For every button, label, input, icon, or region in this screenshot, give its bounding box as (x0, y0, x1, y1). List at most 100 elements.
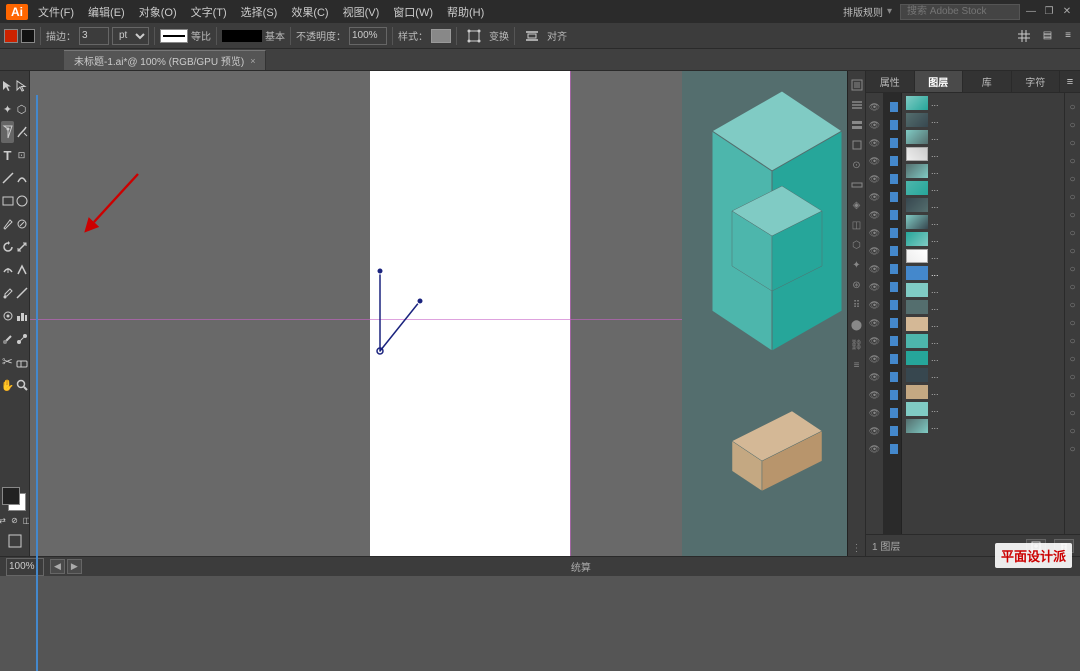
rotate-tool[interactable] (1, 236, 14, 258)
layer-row[interactable]: ... (902, 384, 1064, 400)
layer-row[interactable]: ... (902, 299, 1064, 315)
type-tool[interactable]: T (1, 144, 14, 166)
layer-lock-2[interactable] (885, 117, 901, 133)
foreground-color-box[interactable] (2, 487, 20, 505)
area-type-tool[interactable]: ⊡ (15, 144, 28, 166)
gradient-icon[interactable]: ◫ (22, 515, 31, 525)
blob-brush-tool[interactable] (15, 213, 28, 235)
layer-option-20[interactable]: ○ (1065, 441, 1080, 457)
menu-effect[interactable]: 效果(C) (285, 2, 334, 22)
layer-row[interactable]: ... (902, 333, 1064, 349)
restore-button[interactable]: ❐ (1042, 5, 1056, 19)
align-icon[interactable] (520, 27, 544, 45)
layer-visibility-12[interactable]: 👁 (867, 297, 883, 313)
measure-tool[interactable] (15, 282, 28, 304)
layer-lock-16[interactable] (885, 369, 901, 385)
layer-visibility-15[interactable]: 👁 (867, 351, 883, 367)
brush-tool[interactable] (1, 213, 14, 235)
layer-lock-1[interactable] (885, 99, 901, 115)
menu-icon[interactable]: ≡ (1060, 28, 1076, 43)
stroke-width-input[interactable] (79, 27, 109, 45)
layer-visibility-13[interactable]: 👁 (867, 315, 883, 331)
column-chart-tool[interactable] (15, 305, 28, 327)
transform-panel-icon[interactable] (849, 137, 865, 153)
swap-colors-icon[interactable]: ⇄ (0, 515, 8, 525)
smooth-tool[interactable] (15, 121, 28, 143)
layer-visibility-6[interactable]: 👁 (867, 189, 883, 205)
opacity-input[interactable] (349, 27, 387, 45)
layer-row[interactable]: ... (902, 129, 1064, 145)
layer-visibility-3[interactable]: 👁 (867, 135, 883, 151)
layer-lock-17[interactable] (885, 387, 901, 403)
menu-window[interactable]: 窗口(W) (387, 2, 439, 22)
layer-row[interactable]: ... (902, 197, 1064, 213)
menu-view[interactable]: 视图(V) (337, 2, 386, 22)
properties-panel-icon[interactable] (849, 77, 865, 93)
warp-tool[interactable] (1, 259, 14, 281)
zoom-input[interactable] (6, 558, 44, 576)
menu-select[interactable]: 选择(S) (235, 2, 284, 22)
graphic-styles-icon[interactable]: ⬡ (849, 237, 865, 253)
pen-tool[interactable] (1, 121, 14, 143)
layer-row[interactable]: ... (902, 231, 1064, 247)
layer-row[interactable]: ... (902, 350, 1064, 366)
layer-option-16[interactable]: ○ (1065, 369, 1080, 385)
document-tab[interactable]: 未标题-1.ai*@ 100% (RGB/GPU 预览) × (64, 50, 266, 70)
menu-help[interactable]: 帮助(H) (441, 2, 490, 22)
grid-icon[interactable] (1013, 28, 1035, 44)
tab-properties[interactable]: 属性 (866, 71, 915, 92)
layer-row[interactable]: ... (902, 214, 1064, 230)
canvas-area[interactable] (30, 71, 847, 556)
layer-lock-8[interactable] (885, 225, 901, 241)
scissors-tool[interactable]: ✂ (1, 351, 14, 373)
menu-object[interactable]: 对象(O) (133, 2, 183, 22)
layer-option-13[interactable]: ○ (1065, 315, 1080, 331)
zoom-tool[interactable] (15, 374, 28, 396)
layer-lock-13[interactable] (885, 315, 901, 331)
layer-visibility-4[interactable]: 👁 (867, 153, 883, 169)
pathfinder-icon[interactable]: ⊙ (849, 157, 865, 173)
layer-visibility-10[interactable]: 👁 (867, 261, 883, 277)
lasso-tool[interactable]: ⬡ (15, 98, 28, 120)
layer-lock-20[interactable] (885, 441, 901, 457)
layer-row[interactable]: ... (902, 265, 1064, 281)
layer-lock-10[interactable] (885, 261, 901, 277)
layer-option-15[interactable]: ○ (1065, 351, 1080, 367)
layer-row[interactable]: ... (902, 146, 1064, 162)
blend-tool[interactable] (15, 328, 28, 350)
layer-option-6[interactable]: ○ (1065, 189, 1080, 205)
scale-tool[interactable] (15, 236, 28, 258)
eyedropper-tool[interactable] (1, 282, 14, 304)
layer-option-14[interactable]: ○ (1065, 333, 1080, 349)
fill-none-icon[interactable]: ⊘ (10, 515, 20, 525)
layer-lock-11[interactable] (885, 279, 901, 295)
symbol-tool[interactable] (1, 305, 14, 327)
four-dots-icon[interactable]: ⠿ (849, 297, 865, 313)
layer-row[interactable]: ... (902, 418, 1064, 434)
select-tool[interactable] (1, 75, 14, 97)
layer-visibility-8[interactable]: 👁 (867, 225, 883, 241)
reshape-tool[interactable] (15, 259, 28, 281)
layer-visibility-14[interactable]: 👁 (867, 333, 883, 349)
art-brush-tool[interactable] (1, 328, 14, 350)
next-page-button[interactable]: ▶ (67, 559, 82, 574)
layer-visibility-7[interactable]: 👁 (867, 207, 883, 223)
layer-option-10[interactable]: ○ (1065, 261, 1080, 277)
symbols-icon[interactable]: ⊛ (849, 277, 865, 293)
stock-search-input[interactable] (900, 4, 1020, 20)
brushes-icon[interactable]: ✦ (849, 257, 865, 273)
layer-visibility-2[interactable]: 👁 (867, 117, 883, 133)
transform-icon[interactable] (462, 27, 486, 45)
arrange-dropdown-icon[interactable]: ▾ (887, 6, 892, 17)
close-button[interactable]: ✕ (1060, 5, 1074, 19)
stroke-panel-icon[interactable] (849, 177, 865, 193)
layer-visibility-9[interactable]: 👁 (867, 243, 883, 259)
menu-edit[interactable]: 编辑(E) (82, 2, 131, 22)
char-styles-icon[interactable]: ≡ (849, 357, 865, 373)
layer-lock-3[interactable] (885, 135, 901, 151)
arc-tool[interactable] (15, 167, 28, 189)
layer-option-7[interactable]: ○ (1065, 207, 1080, 223)
prev-page-button[interactable]: ◀ (50, 559, 65, 574)
layer-row[interactable]: ... (902, 180, 1064, 196)
layer-lock-7[interactable] (885, 207, 901, 223)
